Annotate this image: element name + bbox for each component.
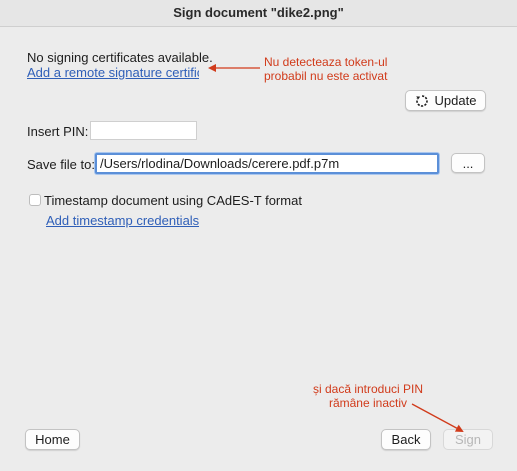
annotation-pin-line1: și dacă introduci PIN bbox=[312, 382, 424, 396]
pin-input[interactable] bbox=[90, 121, 197, 140]
pin-label: Insert PIN: bbox=[27, 124, 89, 139]
sign-button[interactable]: Sign bbox=[443, 429, 493, 450]
browse-button[interactable]: ... bbox=[451, 153, 485, 173]
add-remote-certificate-link[interactable]: Add a remote signature certificate bbox=[27, 65, 199, 80]
timestamp-checkbox[interactable] bbox=[29, 194, 41, 206]
save-file-label: Save file to: bbox=[27, 157, 95, 172]
annotation-token-note: Nu detecteaza token-ul probabil nu este … bbox=[264, 55, 387, 83]
timestamp-label: Timestamp document using CAdES-T format bbox=[44, 193, 302, 208]
annotation-pin-note: și dacă introduci PIN rămâne inactiv bbox=[308, 382, 428, 410]
save-path-input[interactable] bbox=[95, 153, 439, 174]
add-timestamp-credentials-link[interactable]: Add timestamp credentials bbox=[46, 213, 199, 228]
title-bar: ···· ···· ····· Sign document "dike2.png… bbox=[0, 0, 517, 27]
dialog-title: Sign document "dike2.png" bbox=[173, 5, 344, 20]
update-button[interactable]: Update bbox=[405, 90, 486, 111]
sign-document-dialog: ···· ···· ····· Sign document "dike2.png… bbox=[0, 0, 517, 471]
certificate-status-text: No signing certificates available. bbox=[27, 50, 213, 65]
refresh-icon bbox=[415, 94, 428, 107]
annotation-pin-line2: rămâne inactiv bbox=[328, 396, 408, 410]
annotation-token-line1: Nu detecteaza token-ul bbox=[264, 55, 388, 69]
background-window-title: ···· ···· ····· bbox=[62, 0, 123, 4]
back-button[interactable]: Back bbox=[381, 429, 431, 450]
annotation-token-line2: probabil nu este activat bbox=[264, 69, 388, 83]
home-button[interactable]: Home bbox=[25, 429, 80, 450]
update-button-label: Update bbox=[434, 93, 477, 108]
